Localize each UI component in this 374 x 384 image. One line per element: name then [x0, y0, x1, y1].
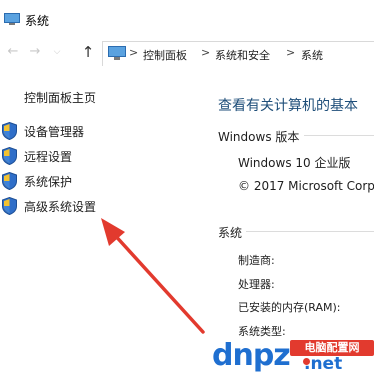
breadcrumb-system-security[interactable]: 系统和安全: [215, 47, 270, 63]
windows-edition-label: Windows 版本: [218, 130, 300, 144]
breadcrumb-separator[interactable]: >: [129, 46, 138, 59]
watermark-tld: .net: [304, 354, 343, 374]
breadcrumb-separator[interactable]: >: [201, 46, 210, 59]
watermark-logo: dnpz 电脑配置网 .net: [200, 336, 374, 384]
forward-arrow-icon[interactable]: →: [27, 44, 43, 60]
address-bar[interactable]: > 控制面板 > 系统和安全 > 系统: [102, 41, 374, 66]
system-section-label: 系统: [218, 226, 243, 240]
sidebar-home-link[interactable]: 控制面板主页: [24, 89, 96, 106]
page-heading: 查看有关计算机的基本: [218, 98, 358, 114]
manufacturer-label: 制造商:: [238, 254, 275, 267]
window-title: 系统: [25, 14, 50, 28]
shield-icon: [2, 197, 17, 215]
sidebar-item-label: 高级系统设置: [24, 200, 97, 214]
up-arrow-icon[interactable]: ↑: [80, 44, 96, 60]
computer-icon: [4, 13, 20, 25]
windows-edition-name: Windows 10 企业版: [238, 156, 351, 170]
back-arrow-icon[interactable]: ←: [5, 44, 21, 60]
watermark-text: dnpz: [212, 338, 291, 373]
control-panel-icon: [108, 46, 126, 60]
copyright-text: © 2017 Microsoft Corp: [238, 179, 374, 193]
section-divider: [246, 231, 374, 232]
shield-icon: [2, 147, 17, 165]
section-divider: [304, 135, 374, 136]
processor-label: 处理器:: [238, 278, 275, 291]
title-bar: 系统: [0, 0, 374, 38]
breadcrumb-system[interactable]: 系统: [301, 47, 323, 63]
recent-dropdown-icon[interactable]: ⌵: [49, 44, 65, 60]
installed-memory-label: 已安装的内存(RAM):: [238, 301, 341, 314]
sidebar-item-label: 远程设置: [24, 150, 73, 164]
sidebar-item-label: 设备管理器: [24, 125, 85, 139]
sidebar-item-label: 系统保护: [24, 175, 73, 189]
shield-icon: [2, 172, 17, 190]
sidebar: 控制面板主页 设备管理器 远程设置 系统保护 高级系统设置: [0, 68, 205, 384]
shield-icon: [2, 122, 17, 140]
breadcrumb-control-panel[interactable]: 控制面板: [143, 47, 187, 63]
breadcrumb-separator[interactable]: >: [286, 46, 295, 59]
